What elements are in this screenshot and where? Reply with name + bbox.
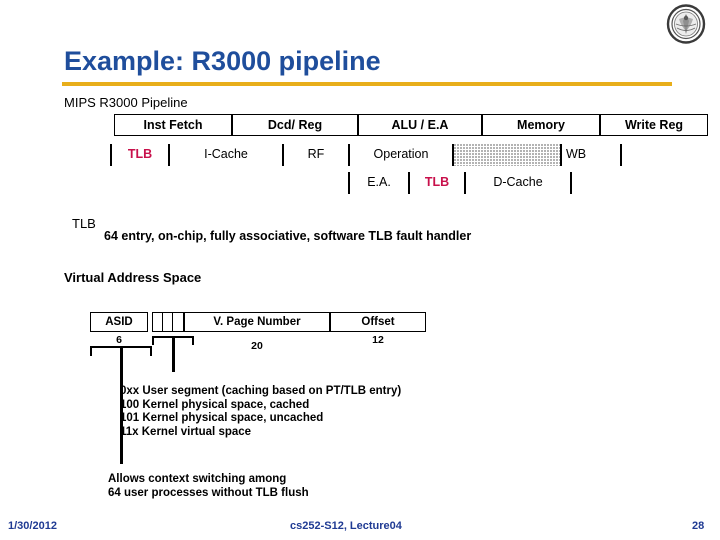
label-tlb-description: 64 entry, on-chip, fully associative, so… <box>104 229 472 243</box>
segment-line-11x: 11x Kernel virtual space <box>120 425 252 438</box>
context-switch-note: Allows context switching among 64 user p… <box>108 473 309 500</box>
segment-line-0xx: 0xx User segment (caching based on PT/TL… <box>120 385 402 397</box>
label-tlb-heading: TLB <box>72 216 96 231</box>
pipeline-stage-dcd-reg: Dcd/ Reg <box>232 114 358 136</box>
university-seal-logo <box>666 4 706 44</box>
pipeline-cell-ea: E.A. <box>348 172 408 194</box>
pipeline-cell-tlb-ifetch: TLB <box>110 144 168 166</box>
pipeline-stage-write-reg: Write Reg <box>600 114 708 136</box>
context-note-line-2: 64 user processes without TLB flush <box>108 486 309 499</box>
pipeline-resource-row-2: E.A. TLB D-Cache <box>106 172 666 194</box>
pipeline-cell-rf: RF <box>282 144 348 166</box>
vaddr-bit-cell-3 <box>172 312 184 332</box>
context-note-line-1: Allows context switching among <box>108 473 287 485</box>
label-virtual-address-space: Virtual Address Space <box>64 270 202 285</box>
vaddr-field-asid: ASID <box>90 312 148 332</box>
footer-date: 1/30/2012 <box>8 520 57 532</box>
pipeline-cell-d-cache: D-Cache <box>464 172 572 194</box>
pipeline-header-row: Inst Fetch Dcd/ Reg ALU / E.A Memory Wri… <box>106 114 708 136</box>
vaddr-bit-cell-1 <box>152 312 162 332</box>
pipeline-diagram: Inst Fetch Dcd/ Reg ALU / E.A Memory Wri… <box>106 114 708 194</box>
pipeline-stage-alu-ea: ALU / E.A <box>358 114 482 136</box>
vaddr-bits-offset: 12 <box>372 334 384 346</box>
pipeline-cell-i-cache: I-Cache <box>168 144 282 166</box>
vaddr-bits-vpn: 20 <box>251 340 263 352</box>
page-title: Example: R3000 pipeline <box>64 46 381 76</box>
pipeline-cell-tlb-data: TLB <box>408 172 464 194</box>
footer-course-label: cs252-S12, Lecture04 <box>290 520 402 532</box>
vaddr-bits-asid: 6 <box>116 334 122 346</box>
vaddr-field-offset: Offset <box>330 312 426 332</box>
leader-line-segment-bits <box>172 336 175 372</box>
vaddr-field-vpn: V. Page Number <box>184 312 330 332</box>
pipeline-cell-wb: WB <box>562 144 622 166</box>
vaddr-bit-cell-2 <box>162 312 172 332</box>
pipeline-stage-inst-fetch: Inst Fetch <box>114 114 232 136</box>
title-underline-rule <box>62 82 672 86</box>
pipeline-stage-memory: Memory <box>482 114 600 136</box>
segment-line-101: 101 Kernel physical space, uncached <box>120 412 324 425</box>
label-mips-pipeline: MIPS R3000 Pipeline <box>64 95 188 110</box>
pipeline-cell-operation: Operation <box>348 144 452 166</box>
segment-encoding-list: 0xx User segment (caching based on PT/TL… <box>120 385 401 439</box>
pipeline-cell-memory-shaded <box>452 144 562 166</box>
pipeline-resource-row-1: TLB I-Cache RF Operation WB <box>106 144 666 166</box>
footer-page-number: 28 <box>692 520 705 532</box>
segment-line-100: 100 Kernel physical space, cached <box>120 398 310 411</box>
